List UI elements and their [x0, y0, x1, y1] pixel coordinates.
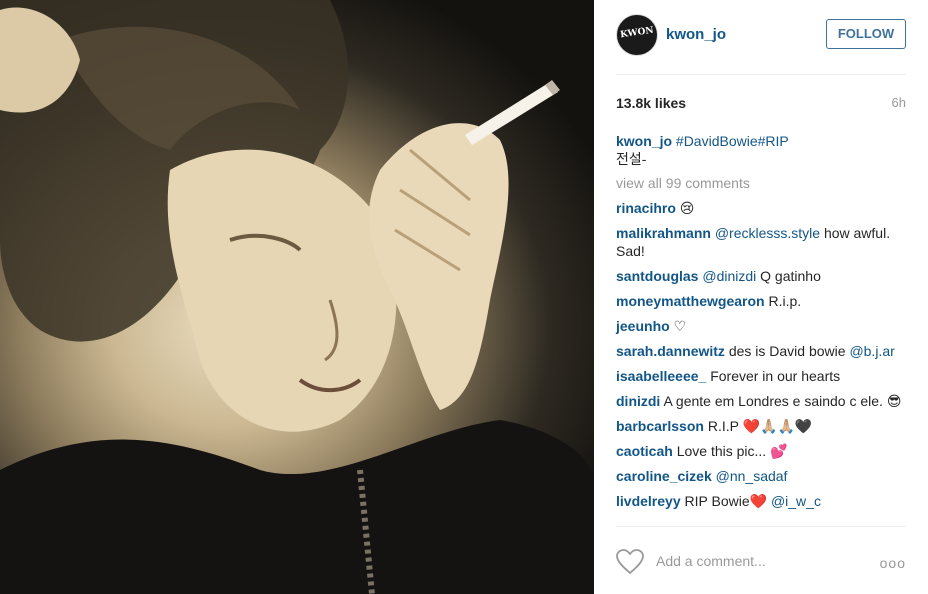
comment-mention[interactable]: @nn_sadaf — [716, 468, 788, 484]
heart-icon[interactable] — [616, 549, 644, 575]
comment-username[interactable]: santdouglas — [616, 268, 698, 284]
comment-text: Q gatinho — [760, 268, 821, 284]
comment-text: R.I.P ❤️🙏🏼🙏🏼🖤 — [707, 418, 813, 434]
comment: jeeunho ♡ — [616, 317, 908, 335]
more-options-icon[interactable]: ooo — [880, 555, 906, 571]
comment: caoticah Love this pic... 💕 — [616, 442, 908, 460]
post-header: KWON kwon_jo FOLLOW — [616, 14, 906, 58]
comment-username[interactable]: caoticah — [616, 443, 673, 459]
follow-button[interactable]: FOLLOW — [826, 19, 906, 49]
comment-username[interactable]: livdelreyy — [616, 493, 681, 509]
comment: sarah.dannewitz des is David bowie @b.j.… — [616, 342, 908, 360]
caption-hashtags[interactable]: #DavidBowie#RIP — [676, 133, 789, 149]
comment-username[interactable]: barbcarlsson — [616, 418, 704, 434]
comment-username[interactable]: sarah.dannewitz — [616, 343, 725, 359]
post-author-username[interactable]: kwon_jo — [666, 26, 726, 43]
comment-text: Love this pic... 💕 — [676, 443, 788, 459]
post-time[interactable]: 6h — [892, 95, 906, 110]
comment-text: R.i.p. — [768, 293, 802, 309]
comment: santdouglas @dinizdi Q gatinho — [616, 267, 908, 285]
caption-text: 전설- — [616, 151, 647, 167]
caption-username[interactable]: kwon_jo — [616, 133, 672, 149]
instagram-post: KWON kwon_jo FOLLOW 13.8k likes 6h kwon_… — [0, 0, 928, 594]
comment-text: des is David bowie — [728, 343, 846, 359]
comment-username[interactable]: caroline_cizek — [616, 468, 712, 484]
comment-username[interactable]: jeeunho — [616, 318, 670, 334]
comment: dinizdi A gente em Londres e saindo c el… — [616, 392, 908, 410]
comment: malikrahmann @recklesss.style how awful.… — [616, 224, 908, 260]
comment-username[interactable]: rinacihro — [616, 200, 676, 216]
comment-username[interactable]: dinizdi — [616, 393, 660, 409]
comment-mention[interactable]: @recklesss.style — [715, 225, 820, 241]
comment-mention[interactable]: @b.j.ar — [849, 343, 894, 359]
comment-username[interactable]: moneymatthewgearon — [616, 293, 765, 309]
comment-list: kwon_jo #DavidBowie#RIP 전설- view all 99 … — [616, 132, 908, 517]
header-divider — [616, 74, 906, 75]
likes-count[interactable]: 13.8k likes — [616, 95, 686, 111]
comment-text: ♡ — [673, 318, 687, 334]
comment-mention[interactable]: @dinizdi — [702, 268, 756, 284]
comment: barbcarlsson R.I.P ❤️🙏🏼🙏🏼🖤 — [616, 417, 908, 435]
view-all-comments-link[interactable]: view all 99 comments — [616, 174, 908, 192]
comment: moneymatthewgearon R.i.p. — [616, 292, 908, 310]
comment: livdelreyy RIP Bowie❤️ @i_w_c — [616, 492, 908, 510]
add-comment-input[interactable]: Add a comment... — [656, 553, 766, 569]
comment: rinacihro 😢 — [616, 199, 908, 217]
caption: kwon_jo #DavidBowie#RIP 전설- — [616, 132, 908, 168]
comment-text: RIP Bowie❤️ — [684, 493, 768, 509]
comment-text: Forever in our hearts — [710, 368, 841, 384]
post-photo[interactable] — [0, 0, 594, 594]
comment-mention[interactable]: @i_w_c — [771, 493, 821, 509]
post-footer: Add a comment... ooo — [616, 547, 906, 577]
avatar-logo-text: KWON — [619, 25, 655, 41]
comment-username[interactable]: isaabelleeee_ — [616, 368, 706, 384]
portrait-image — [0, 0, 594, 594]
footer-divider — [616, 526, 906, 527]
comment-text: A gente em Londres e saindo c ele. 😎 — [663, 393, 902, 409]
comment: isaabelleeee_ Forever in our hearts — [616, 367, 908, 385]
avatar[interactable]: KWON — [616, 14, 658, 56]
comment-username[interactable]: malikrahmann — [616, 225, 711, 241]
comment: caroline_cizek @nn_sadaf — [616, 467, 908, 485]
comment-text: 😢 — [679, 200, 695, 216]
post-sidebar: KWON kwon_jo FOLLOW 13.8k likes 6h kwon_… — [594, 0, 928, 594]
